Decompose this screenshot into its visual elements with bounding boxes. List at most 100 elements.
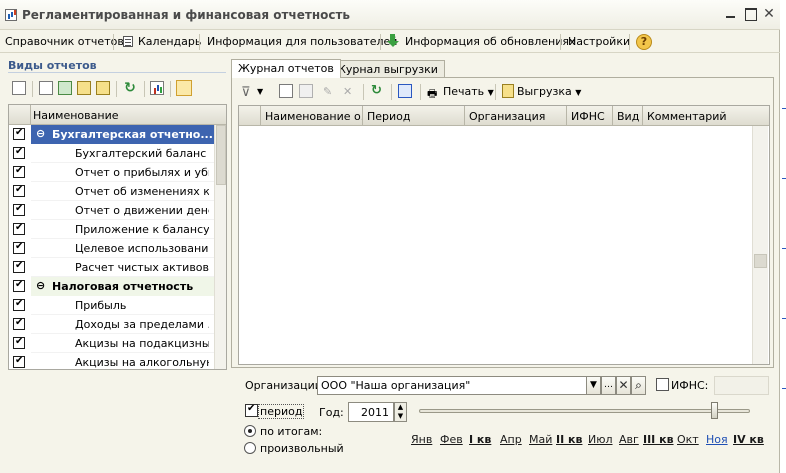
- month-aug[interactable]: Авг: [619, 433, 639, 446]
- grid-scrollbar[interactable]: [752, 126, 768, 364]
- filter-icon[interactable]: ⊽: [241, 85, 251, 100]
- organization-select-button[interactable]: …: [601, 376, 616, 395]
- menu-settings[interactable]: Настройки: [568, 35, 630, 48]
- left-toolbar: ↻: [8, 78, 226, 100]
- ifns-field[interactable]: [714, 376, 769, 395]
- year-stepper[interactable]: ▲ ▼: [394, 402, 407, 422]
- menu-separator: [380, 34, 381, 50]
- organization-dropdown-button[interactable]: ▼: [586, 376, 601, 395]
- report-list-icon[interactable]: [398, 84, 412, 98]
- organization-clear-button[interactable]: ✕: [616, 376, 631, 395]
- print-button[interactable]: Печать ▼: [443, 85, 494, 98]
- new-report-icon[interactable]: [279, 84, 293, 98]
- month-feb[interactable]: Фев: [440, 433, 463, 446]
- month-jul[interactable]: Июл: [588, 433, 613, 446]
- mode-custom-radio[interactable]: [244, 442, 256, 454]
- tree-row[interactable]: Акцизы на подакцизны...: [9, 334, 214, 353]
- tree-row[interactable]: Целевое использовани...: [9, 239, 214, 258]
- tree-row[interactable]: Отчет о движении дене...: [9, 201, 214, 220]
- close-button[interactable]: ✕: [762, 7, 776, 21]
- tree-row[interactable]: ⊖ Налоговая отчетность: [9, 277, 214, 296]
- tab-journal[interactable]: Журнал отчетов: [231, 59, 341, 78]
- tree-scrollbar[interactable]: [214, 125, 226, 369]
- row-checkbox[interactable]: [13, 241, 25, 254]
- quarter-4[interactable]: IV кв: [733, 433, 764, 446]
- column-header-type[interactable]: Вид: [613, 106, 643, 126]
- quarter-2[interactable]: II кв: [556, 433, 582, 446]
- tab-export[interactable]: Журнал выгрузки: [327, 60, 445, 78]
- tree-row[interactable]: Отчет о прибылях и убы...: [9, 163, 214, 182]
- collapse-icon[interactable]: ⊖: [36, 127, 45, 140]
- column-header-organization[interactable]: Организация: [465, 106, 567, 126]
- delete-icon[interactable]: ✕: [343, 85, 352, 98]
- row-checkbox[interactable]: [13, 127, 25, 140]
- row-checkbox[interactable]: [13, 317, 25, 330]
- ifns-checkbox[interactable]: [656, 378, 669, 391]
- copy-report-icon[interactable]: [299, 84, 313, 98]
- row-checkbox[interactable]: [13, 184, 25, 197]
- check-all-icon[interactable]: [58, 81, 72, 95]
- new-group-icon[interactable]: [12, 81, 26, 95]
- row-checkbox[interactable]: [13, 222, 25, 235]
- month-may[interactable]: Май: [529, 433, 552, 446]
- month-oct[interactable]: Окт: [677, 433, 699, 446]
- menu-calendar[interactable]: Календарь: [138, 35, 201, 48]
- column-header-ifns[interactable]: ИФНС: [567, 106, 613, 126]
- filter-dropdown-icon[interactable]: ▼: [257, 87, 263, 96]
- menu-update-info[interactable]: Информация об обновлениях: [405, 35, 576, 48]
- period-slider-thumb[interactable]: [711, 402, 718, 419]
- scroll-thumb[interactable]: [754, 254, 767, 268]
- chart-icon[interactable]: [150, 81, 164, 95]
- period-label[interactable]: период: [258, 404, 305, 419]
- tree-row-label: Бухгалтерская отчетно...: [52, 128, 212, 141]
- row-checkbox[interactable]: [13, 279, 25, 292]
- column-header-name[interactable]: Наименование: [33, 109, 118, 122]
- export-button[interactable]: Выгрузка ▼: [517, 85, 581, 98]
- tree-row[interactable]: Акцизы на алкогольную...: [9, 353, 214, 369]
- tree-row[interactable]: Прибыль: [9, 296, 214, 315]
- tree-row[interactable]: Отчет об изменениях ка...: [9, 182, 214, 201]
- edit-icon[interactable]: ✎: [323, 85, 332, 98]
- month-apr[interactable]: Апр: [500, 433, 522, 446]
- refresh-icon[interactable]: ↻: [371, 83, 382, 98]
- collapse-icon[interactable]: ⊖: [36, 279, 45, 292]
- help-icon[interactable]: ?: [636, 34, 652, 50]
- tree-row[interactable]: Доходы за пределами ...: [9, 315, 214, 334]
- ifns-label: ИФНС:: [671, 379, 709, 392]
- column-header-period[interactable]: Период: [363, 106, 465, 126]
- row-checkbox[interactable]: [13, 146, 25, 159]
- tree-row[interactable]: Приложение к балансу (...: [9, 220, 214, 239]
- month-jan[interactable]: Янв: [411, 433, 432, 446]
- organization-search-icon[interactable]: ⌕: [631, 376, 646, 395]
- year-field[interactable]: 2011: [348, 402, 394, 422]
- row-checkbox[interactable]: [13, 260, 25, 273]
- menu-user-info[interactable]: Информация для пользователей: [207, 35, 397, 48]
- minimize-button[interactable]: [724, 7, 738, 21]
- tree-expand-icon[interactable]: [77, 81, 91, 95]
- tree-collapse-icon[interactable]: [96, 81, 110, 95]
- maximize-button[interactable]: [744, 7, 758, 21]
- quarter-3[interactable]: III кв: [643, 433, 674, 446]
- tree-row[interactable]: Расчет чистых активов: [9, 258, 214, 277]
- tree-row[interactable]: Бухгалтерский баланс (...: [9, 144, 214, 163]
- period-checkbox[interactable]: [245, 403, 258, 417]
- row-checkbox[interactable]: [13, 336, 25, 349]
- refresh-icon[interactable]: ↻: [123, 81, 137, 95]
- row-checkbox[interactable]: [13, 165, 25, 178]
- copy-icon[interactable]: [39, 81, 53, 95]
- tree-row[interactable]: ⊖ Бухгалтерская отчетно...: [9, 125, 214, 144]
- month-nov[interactable]: Ноя: [706, 433, 728, 446]
- quarter-1[interactable]: I кв: [469, 433, 491, 446]
- row-checkbox[interactable]: [13, 203, 25, 216]
- period-slider-track[interactable]: [419, 409, 750, 413]
- row-checkbox[interactable]: [13, 355, 25, 368]
- organization-field[interactable]: ООО "Наша организация": [317, 376, 587, 395]
- scroll-thumb[interactable]: [216, 125, 226, 185]
- tree-view-icon[interactable]: [176, 80, 192, 96]
- column-header-comment[interactable]: Комментарий: [643, 106, 769, 126]
- mode-totals-radio[interactable]: [244, 425, 256, 437]
- menu-reports-directory[interactable]: Справочник отчетов: [5, 35, 124, 48]
- tree-header: Наименование: [9, 105, 226, 125]
- row-checkbox[interactable]: [13, 298, 25, 311]
- column-header-name[interactable]: Наименование о...: [261, 106, 363, 126]
